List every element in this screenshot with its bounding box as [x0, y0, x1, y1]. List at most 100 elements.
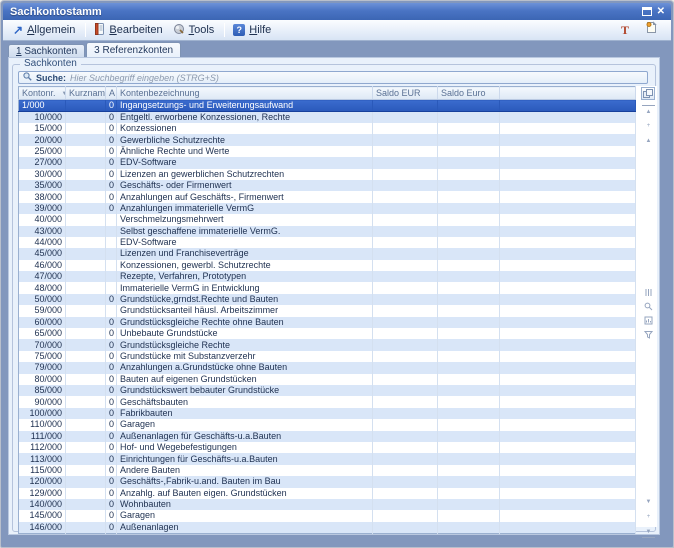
cell[interactable]: 0 [106, 510, 117, 521]
cell[interactable] [66, 123, 106, 134]
cell[interactable] [66, 169, 106, 180]
cell[interactable]: Bauten auf eigenen Grundstücken [117, 374, 373, 385]
cell[interactable] [438, 248, 500, 259]
cell[interactable]: Geschäftsbauten [117, 396, 373, 407]
cell[interactable] [66, 271, 106, 282]
cell[interactable] [500, 112, 636, 124]
cell[interactable]: Garagen [117, 419, 373, 430]
cell[interactable] [438, 465, 500, 476]
cell[interactable] [66, 260, 106, 271]
table-row[interactable]: 30/0000Lizenzen an gewerblichen Schutzre… [19, 169, 636, 180]
cell[interactable]: Selbst geschaffene immaterielle VermG. [117, 226, 373, 237]
cell[interactable] [66, 248, 106, 259]
cell[interactable] [500, 385, 636, 396]
cell[interactable] [66, 328, 106, 339]
cell[interactable]: Geschäfts- oder Firmenwert [117, 180, 373, 191]
cell[interactable] [373, 180, 438, 191]
scroll-drag2-icon[interactable]: + [642, 511, 655, 523]
cell[interactable] [500, 442, 636, 453]
cell[interactable] [438, 522, 500, 534]
cell[interactable]: Anzahlungen auf Geschäfts-, Firmenwert [117, 191, 373, 202]
cell[interactable]: 0 [106, 408, 117, 419]
cell[interactable]: 146/000 [19, 522, 66, 534]
cell[interactable] [373, 248, 438, 259]
cell[interactable]: Grundstücke mit Substanzverzehr [117, 351, 373, 362]
cell[interactable]: Anzahlungen a.Grundstücke ohne Bauten [117, 362, 373, 373]
cell[interactable] [438, 214, 500, 225]
cell[interactable]: Rezepte, Verfahren, Prototypen [117, 271, 373, 282]
cell[interactable]: Grundstücksanteil häusl. Arbeitszimmer [117, 305, 373, 316]
cell[interactable]: 0 [106, 157, 117, 168]
cell[interactable]: 65/000 [19, 328, 66, 339]
table-row[interactable]: 145/0000Garagen [19, 510, 636, 521]
cell[interactable]: 0 [106, 362, 117, 373]
cell[interactable] [373, 465, 438, 476]
table-row[interactable]: 35/0000Geschäfts- oder Firmenwert [19, 180, 636, 191]
cell[interactable] [438, 191, 500, 202]
cell[interactable]: Verschmelzungsmehrwert [117, 214, 373, 225]
cell[interactable] [438, 351, 500, 362]
cell[interactable] [106, 271, 117, 282]
column-header-kontonr-[interactable]: Kontonr.▼ [19, 87, 66, 100]
table-row[interactable]: 40/000Verschmelzungsmehrwert [19, 214, 636, 225]
cell[interactable] [106, 282, 117, 293]
cell[interactable] [500, 157, 636, 168]
cell[interactable] [500, 362, 636, 373]
cell[interactable] [500, 237, 636, 248]
cell[interactable] [438, 100, 500, 112]
table-row[interactable]: 45/000Lizenzen und Franchiseverträge [19, 248, 636, 259]
cell[interactable] [373, 134, 438, 145]
cell[interactable]: Geschäfts-,Fabrik-u.and. Bauten im Bau [117, 476, 373, 487]
scroll-drag-icon[interactable]: + [642, 120, 655, 132]
cell[interactable] [373, 499, 438, 510]
cell[interactable]: Lizenzen an gewerblichen Schutzrechten [117, 169, 373, 180]
cell[interactable] [438, 146, 500, 157]
cell[interactable] [438, 226, 500, 237]
cell[interactable] [66, 191, 106, 202]
cell[interactable]: Unbebaute Grundstücke [117, 328, 373, 339]
cell[interactable]: Einrichtungen für Geschäfts-u.a.Bauten [117, 453, 373, 464]
cell[interactable] [438, 180, 500, 191]
table-row[interactable]: 60/0000Grundstücksgleiche Rechte ohne Ba… [19, 317, 636, 328]
cell[interactable] [66, 294, 106, 305]
zoom-tool-icon[interactable] [642, 300, 655, 312]
cell[interactable]: 0 [106, 442, 117, 453]
table-row[interactable]: 50/0000Grundstücke,grndst.Rechte und Bau… [19, 294, 636, 305]
cell[interactable] [500, 339, 636, 350]
cell[interactable]: 0 [106, 476, 117, 487]
cell[interactable]: 100/000 [19, 408, 66, 419]
table-row[interactable]: 120/0000Geschäfts-,Fabrik-u.and. Bauten … [19, 476, 636, 487]
cell[interactable]: 50/000 [19, 294, 66, 305]
cell[interactable] [438, 396, 500, 407]
cell[interactable] [438, 385, 500, 396]
cell[interactable] [438, 408, 500, 419]
cell[interactable] [373, 146, 438, 157]
cell[interactable]: 0 [106, 488, 117, 499]
table-row[interactable]: 15/0000Konzessionen [19, 123, 636, 134]
column-header-a[interactable]: A [106, 87, 117, 100]
report-tool-icon[interactable] [642, 314, 655, 326]
cell[interactable] [373, 442, 438, 453]
hilfe-button[interactable]: ?Hilfe [229, 22, 277, 38]
cell[interactable]: Konzessionen [117, 123, 373, 134]
cell[interactable] [373, 522, 438, 534]
cell[interactable]: 48/000 [19, 282, 66, 293]
restore-window-button[interactable] [642, 3, 652, 21]
cell[interactable]: 0 [106, 317, 117, 328]
table-row[interactable]: 79/0000Anzahlungen a.Grundstücke ohne Ba… [19, 362, 636, 373]
cell[interactable] [106, 237, 117, 248]
cell[interactable]: Grundstücke,grndst.Rechte und Bauten [117, 294, 373, 305]
cell[interactable] [106, 226, 117, 237]
cell[interactable] [500, 100, 636, 112]
table-row[interactable]: 75/0000Grundstücke mit Substanzverzehr [19, 351, 636, 362]
cell[interactable] [438, 294, 500, 305]
cell[interactable] [66, 339, 106, 350]
cell[interactable] [500, 260, 636, 271]
search-input[interactable]: Hier Suchbegriff eingeben (STRG+S) [70, 73, 219, 83]
table-row-selected[interactable]: 1/0000Ingangsetzungs- und Erweiterungsau… [19, 100, 636, 112]
cell[interactable] [373, 419, 438, 430]
cell[interactable] [66, 180, 106, 191]
table-row[interactable]: 80/0000Bauten auf eigenen Grundstücken [19, 374, 636, 385]
cell[interactable]: 59/000 [19, 305, 66, 316]
cell[interactable] [373, 476, 438, 487]
